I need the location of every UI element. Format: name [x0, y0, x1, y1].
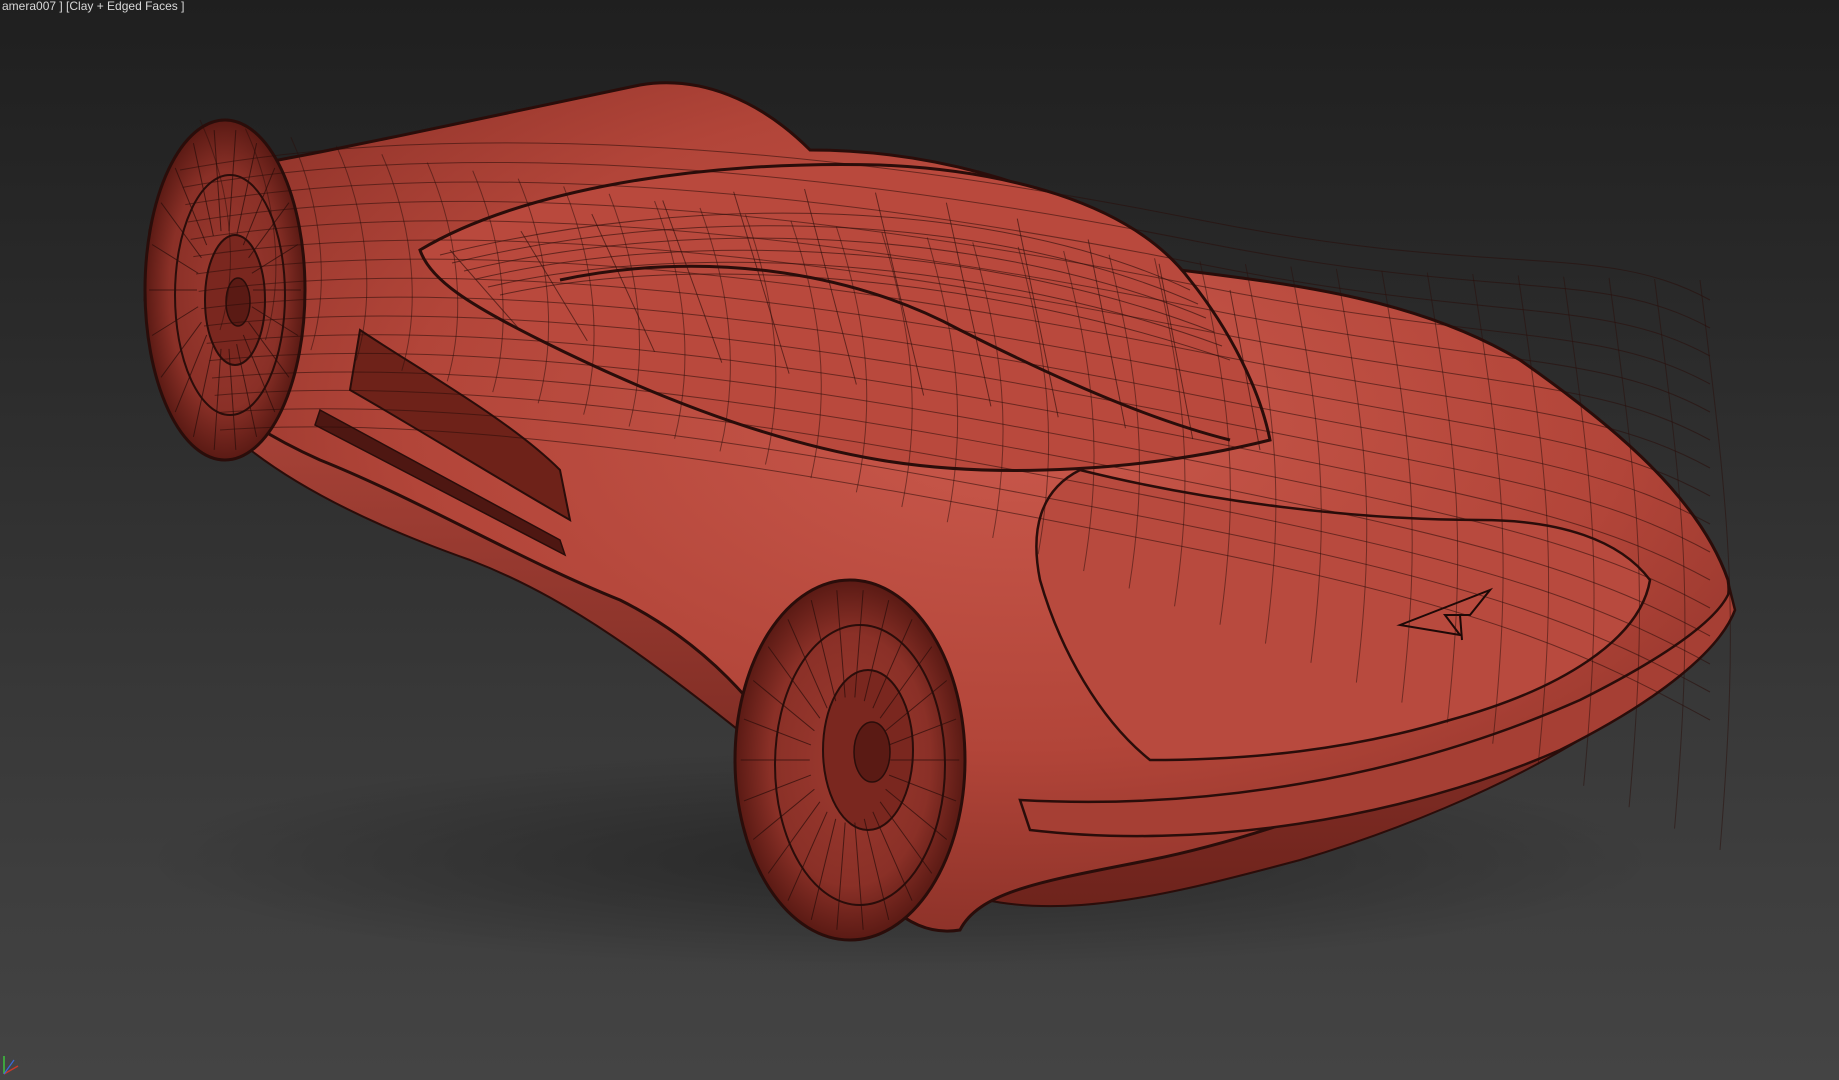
3d-viewport[interactable]: amera007 ] [Clay + Edged Faces ] [0, 0, 1839, 1080]
axis-gizmo-icon [3, 1056, 19, 1075]
car-model-render[interactable] [0, 0, 1839, 1080]
viewport-label[interactable]: amera007 ] [Clay + Edged Faces ] [0, 0, 186, 13]
